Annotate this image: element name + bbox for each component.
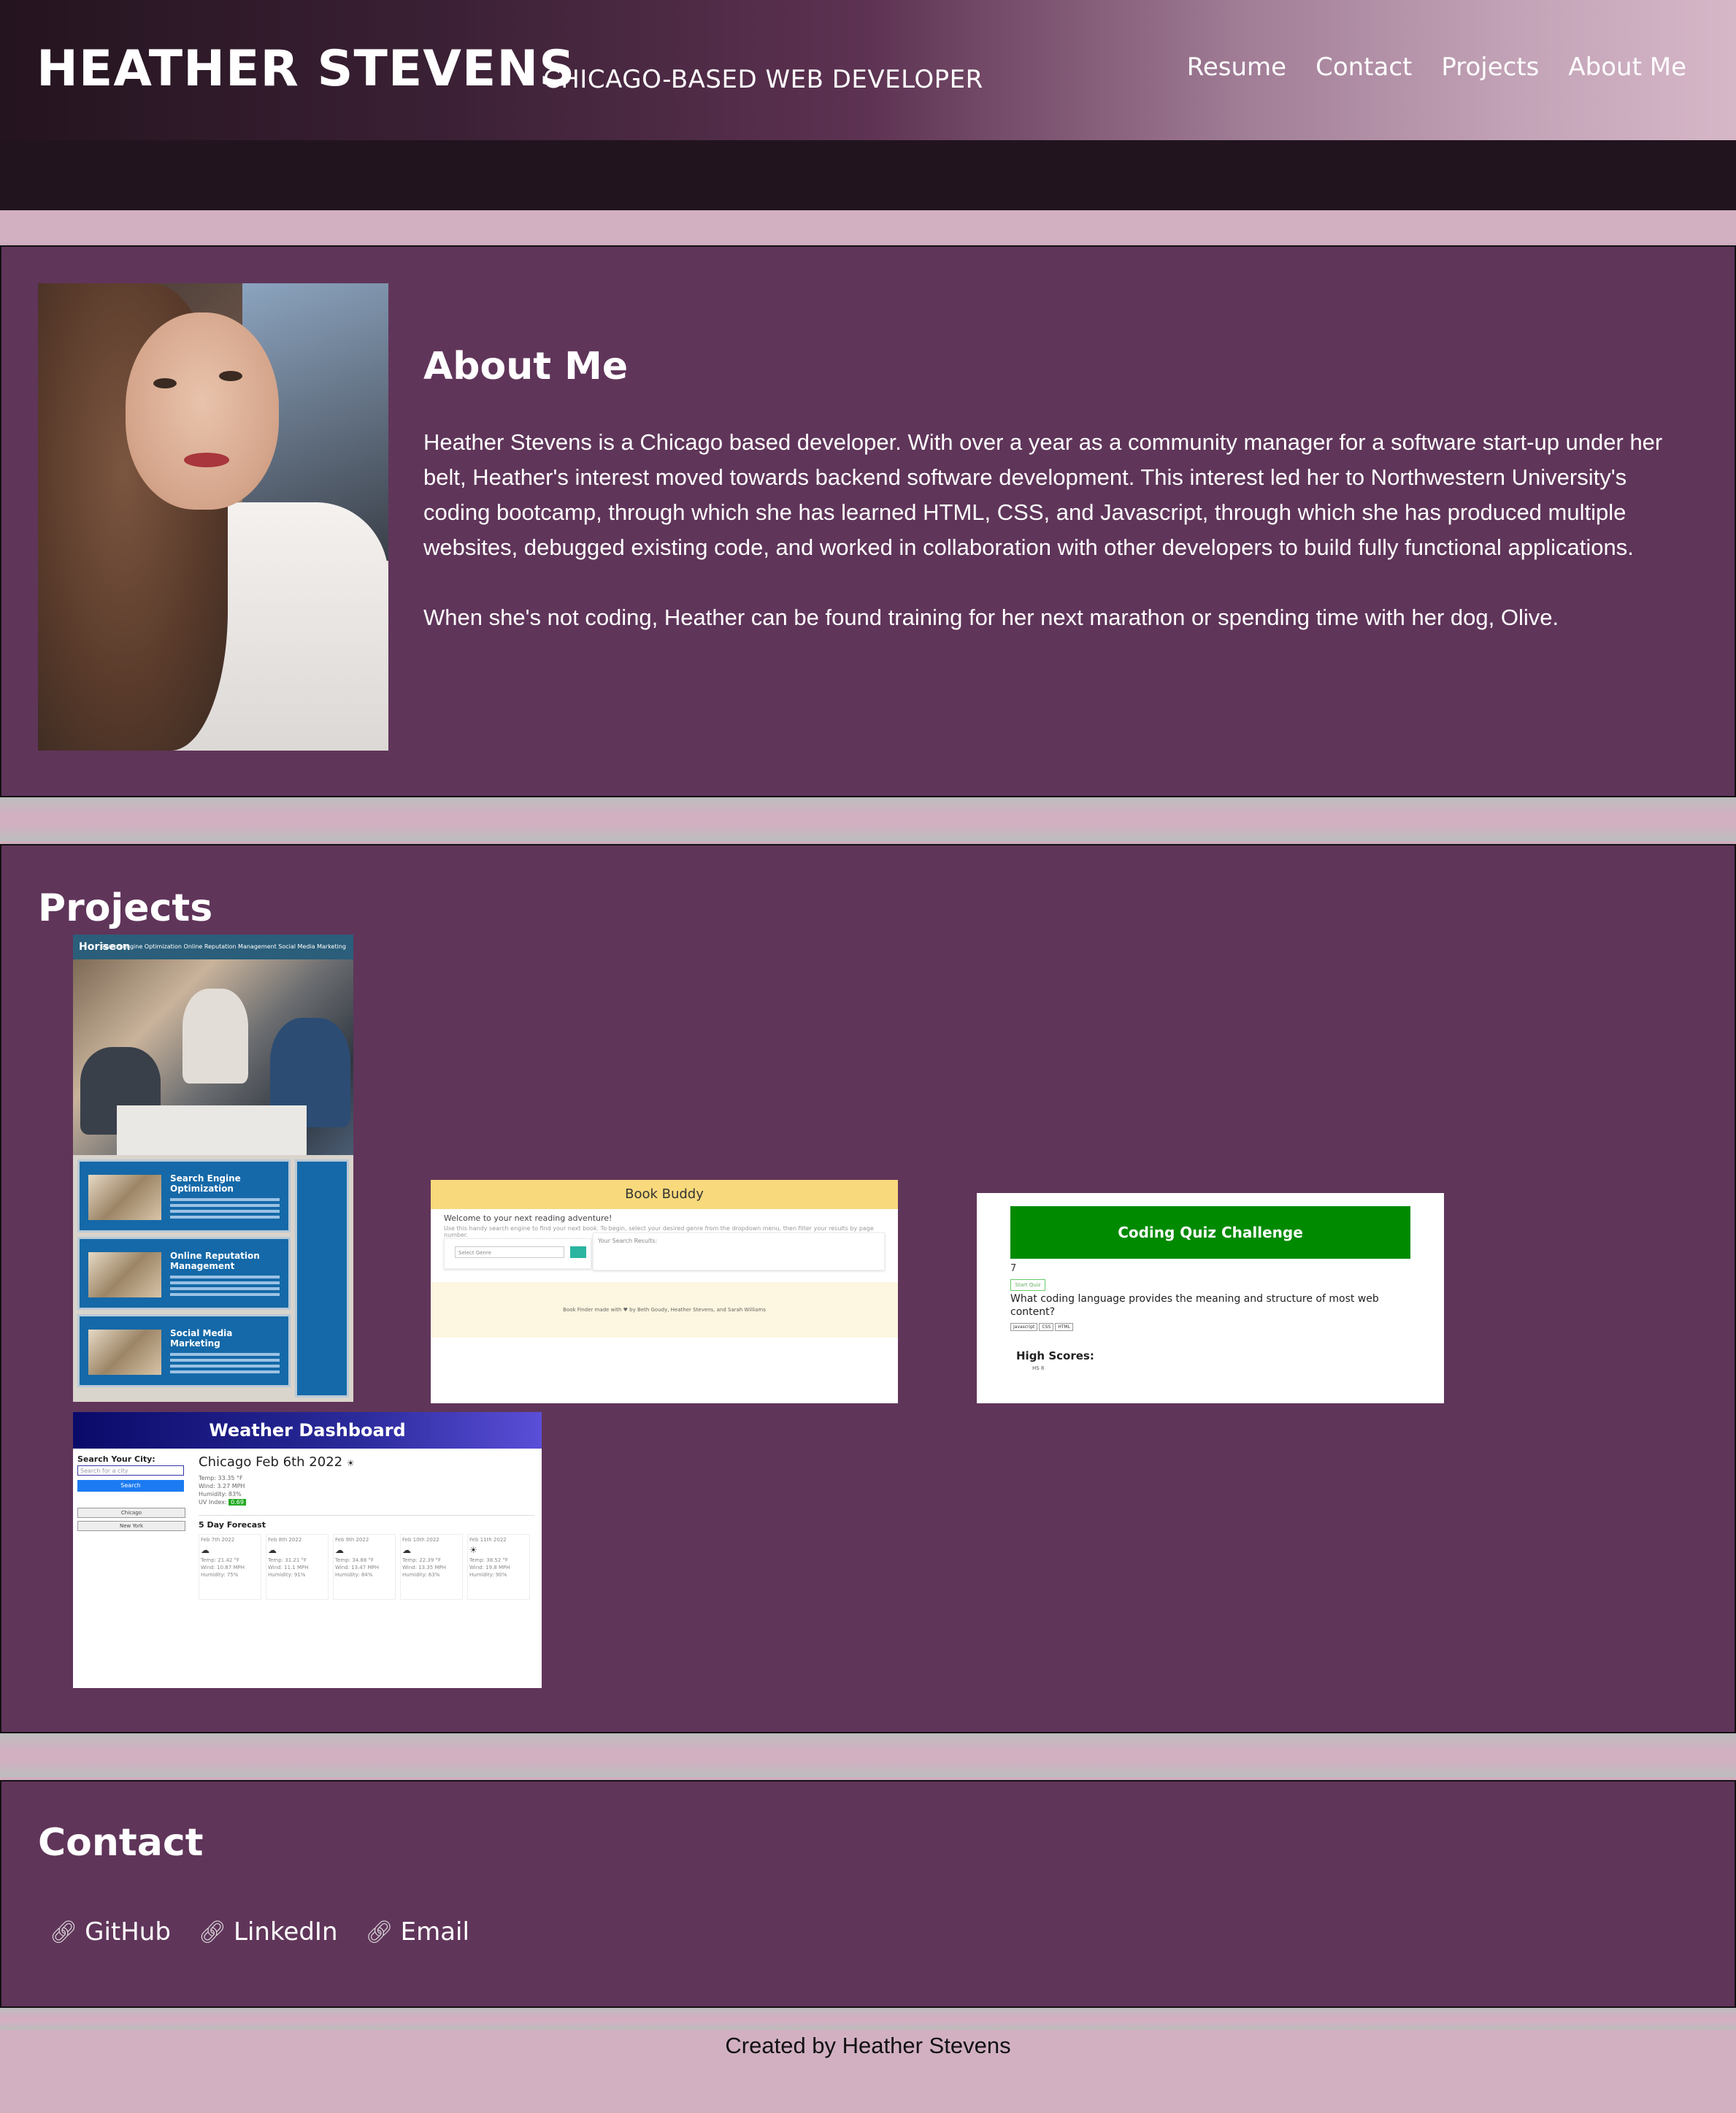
horiseon-hero-image: [73, 959, 353, 1155]
nav-link-projects[interactable]: Projects: [1441, 51, 1539, 83]
link-icon: 🔗︎: [198, 1919, 227, 1945]
bookbuddy-search-box: Select Genre: [444, 1238, 591, 1269]
section-divider: [0, 797, 1736, 841]
quiz-highscore-entry: HS 8: [1032, 1365, 1045, 1371]
weather-main: Chicago Feb 6th 2022 ☀ Temp: 33.35 °F Wi…: [199, 1454, 534, 1600]
quiz-title: Coding Quiz Challenge: [1010, 1206, 1410, 1259]
horiseon-card: Social Media Marketing: [77, 1314, 291, 1387]
main-nav: Resume Contact Projects About Me: [1187, 51, 1686, 83]
horiseon-card: Search Engine Optimization: [77, 1159, 291, 1232]
email-link[interactable]: 🔗︎ Email: [366, 1917, 469, 1947]
contact-links: 🔗︎ GitHub 🔗︎ LinkedIn 🔗︎ Email: [50, 1917, 469, 1947]
section-divider: [0, 1733, 1736, 1777]
horiseon-nav: Horiseon Search Engine Optimization Onlin…: [73, 935, 353, 959]
project-book-buddy-screenshot[interactable]: Book Buddy Welcome to your next reading …: [431, 1180, 898, 1403]
project-coding-quiz-screenshot[interactable]: Coding Quiz Challenge 7 Start Quiz What …: [977, 1193, 1444, 1403]
site-tagline: CHICAGO-BASED WEB DEVELOPER: [543, 65, 983, 94]
contact-title: Contact: [38, 1821, 204, 1865]
projects-title: Projects: [38, 886, 213, 930]
about-text: Heather Stevens is a Chicago based devel…: [423, 425, 1686, 670]
link-icon: 🔗︎: [365, 1919, 393, 1945]
weather-title: Weather Dashboard: [73, 1412, 542, 1449]
bookbuddy-genre-select: Select Genre: [455, 1246, 564, 1258]
quiz-timer: 7: [1010, 1263, 1017, 1274]
site-header: HEATHER STEVENS CHICAGO-BASED WEB DEVELO…: [0, 0, 1736, 140]
bookbuddy-footer: Book Finder made with ♥ by Beth Goudy, H…: [431, 1282, 898, 1338]
bookbuddy-go-button: [570, 1246, 586, 1258]
site-name: HEATHER STEVENS: [37, 40, 576, 98]
about-paragraph: When she's not coding, Heather can be fo…: [423, 605, 1559, 630]
nav-link-about-me[interactable]: About Me: [1568, 51, 1686, 83]
email-link-label: Email: [400, 1917, 469, 1947]
nav-link-contact[interactable]: Contact: [1316, 51, 1412, 83]
quiz-options: Javascript CSS HTML: [1010, 1323, 1073, 1331]
github-link-label: GitHub: [85, 1917, 171, 1947]
quiz-start-button: Start Quiz: [1010, 1279, 1045, 1291]
profile-photo: [38, 283, 388, 751]
section-divider: [0, 2008, 1736, 2030]
horiseon-sidebar: [295, 1159, 349, 1397]
project-weather-dashboard-screenshot[interactable]: Weather Dashboard Search Your City: Sear…: [73, 1412, 542, 1688]
about-title: About Me: [423, 345, 629, 388]
linkedin-link-label: LinkedIn: [234, 1917, 338, 1947]
bookbuddy-results-box: Your Search Results:: [593, 1232, 885, 1270]
header-lower-band: [0, 140, 1736, 210]
about-paragraph: Heather Stevens is a Chicago based devel…: [423, 429, 1663, 560]
bookbuddy-welcome: Welcome to your next reading adventure!: [444, 1213, 612, 1223]
site-footer: Created by Heather Stevens: [725, 2033, 1011, 2058]
github-link[interactable]: 🔗︎ GitHub: [50, 1917, 171, 1947]
horiseon-card: Online Reputation Management: [77, 1237, 291, 1310]
about-section: About Me Heather Stevens is a Chicago ba…: [0, 245, 1736, 797]
nav-link-resume[interactable]: Resume: [1187, 51, 1286, 83]
project-horiseon-screenshot[interactable]: Horiseon Search Engine Optimization Onlin…: [73, 935, 353, 1402]
quiz-highscores-title: High Scores:: [1016, 1349, 1094, 1362]
link-icon: 🔗︎: [50, 1919, 78, 1945]
quiz-question: What coding language provides the meanin…: [1010, 1293, 1379, 1318]
linkedin-link[interactable]: 🔗︎ LinkedIn: [199, 1917, 338, 1947]
bookbuddy-title: Book Buddy: [431, 1180, 898, 1209]
projects-section: Projects Horiseon Search Engine Optimizat…: [0, 844, 1736, 1733]
weather-sidebar: Search Your City: Search for a city Sear…: [77, 1454, 187, 1531]
contact-section: Contact 🔗︎ GitHub 🔗︎ LinkedIn 🔗︎ Email: [0, 1780, 1736, 2008]
